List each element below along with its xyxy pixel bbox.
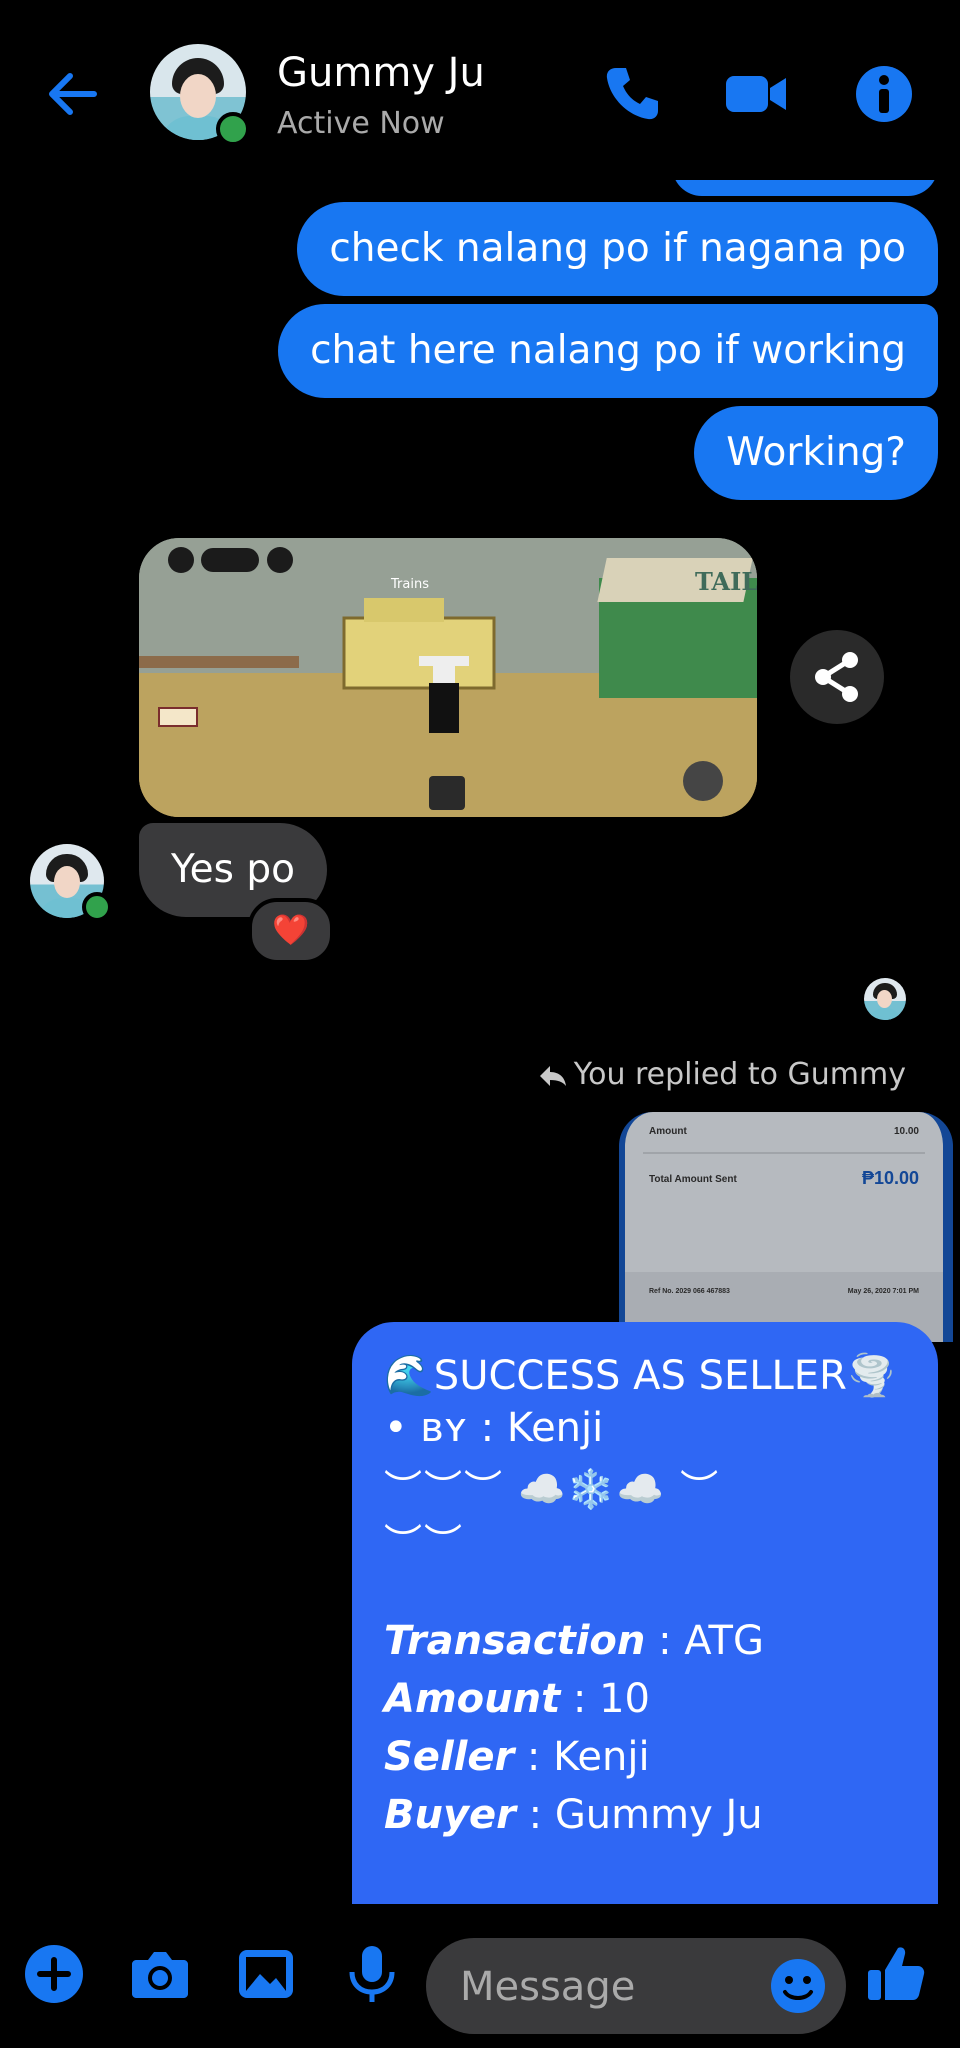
phone-icon [606,68,658,120]
contact-status: Active Now [277,106,445,141]
amount-label: Amount [384,1676,561,1722]
buyer-row: Buyer : Gummy Ju [384,1792,763,1838]
seller-title: 🌊SUCCESS AS SELLER🌪️ [384,1353,897,1399]
info-icon [856,66,912,122]
emoji-icon [771,1959,825,2013]
online-indicator [216,112,250,146]
back-button[interactable] [44,64,104,124]
amount-value: : 10 [560,1676,651,1722]
decor-line: ︶︶ [384,1521,465,1565]
emoji-button[interactable] [766,1954,830,2018]
video-call-button[interactable] [724,62,788,126]
video-camera-icon [726,76,786,112]
thumbs-up-icon [868,1947,925,2000]
add-button[interactable] [22,1942,86,2006]
outgoing-message[interactable]: Working? [694,406,938,500]
replied-receipt-image[interactable]: Amount 10.00 Total Amount Sent ₱10.00 Re… [619,1112,953,1342]
share-icon [815,652,858,702]
transaction-row: Transaction : ATG [384,1618,764,1664]
receipt-row-value: 10.00 [893,1126,919,1137]
chat-screen: Gummy Ju Active Now check nalang po if n… [0,0,960,2048]
contact-name[interactable]: Gummy Ju [277,50,485,96]
call-button[interactable] [600,62,664,126]
game-screenshot: TAIL Trains [139,538,757,817]
game-sign-text: Trains [390,577,429,592]
microphone-icon [349,1946,395,2002]
info-button[interactable] [852,62,916,126]
share-button[interactable] [790,630,884,724]
heart-reaction[interactable]: ❤️ [248,898,334,964]
decor-line: ︶︶︶ ☁️❄️☁️ ︶ [384,1467,721,1511]
camera-icon [132,1952,188,1998]
transaction-label: Transaction [384,1618,646,1664]
voice-button[interactable] [340,1942,404,2006]
buyer-value: : Gummy Ju [515,1792,763,1838]
reply-context: You replied to Gummy [538,1057,906,1092]
buyer-label: Buyer [384,1792,516,1838]
online-indicator [82,892,112,922]
seller-value: : Kenji [514,1734,650,1780]
message-field[interactable] [426,1938,846,2034]
receipt-date: May 26, 2020 7:01 PM [847,1288,919,1295]
receipt-row-label: Total Amount Sent [649,1174,737,1185]
incoming-image-message[interactable]: TAIL Trains [139,538,757,817]
building-sign-text: TAIL [695,567,757,596]
receipt-ref-number: Ref No. 2029 066 467883 [649,1288,730,1295]
seen-avatar [864,978,906,1020]
amount-row: Amount : 10 [384,1676,650,1722]
reply-label: You replied to Gummy [573,1057,906,1092]
plus-icon [25,1945,83,2003]
receipt-total-value: ₱10.00 [861,1168,919,1188]
outgoing-message[interactable]: check nalang po if nagana po [297,202,938,296]
transaction-value: : ATG [645,1618,764,1664]
reply-arrow-icon [539,1066,566,1086]
seller-label: Seller [384,1734,515,1780]
like-button[interactable] [864,1942,928,2006]
chat-header: Gummy Ju Active Now [0,0,960,180]
arrow-left-icon [49,73,97,115]
camera-button[interactable] [128,1942,192,2006]
composer-bar [0,1904,960,2048]
message-input[interactable] [458,1956,762,2018]
seller-row: Seller : Kenji [384,1734,650,1780]
receipt-row-label: Amount [649,1126,687,1137]
seller-by-line: • ʙʏ : Kenji [384,1405,604,1451]
outgoing-message[interactable]: chat here nalang po if working [278,304,938,398]
gallery-button[interactable] [234,1942,298,2006]
seller-success-message[interactable]: 🌊SUCCESS AS SELLER🌪️ • ʙʏ : Kenji ︶︶︶ ☁️… [352,1322,938,1904]
image-icon [239,1950,293,1998]
